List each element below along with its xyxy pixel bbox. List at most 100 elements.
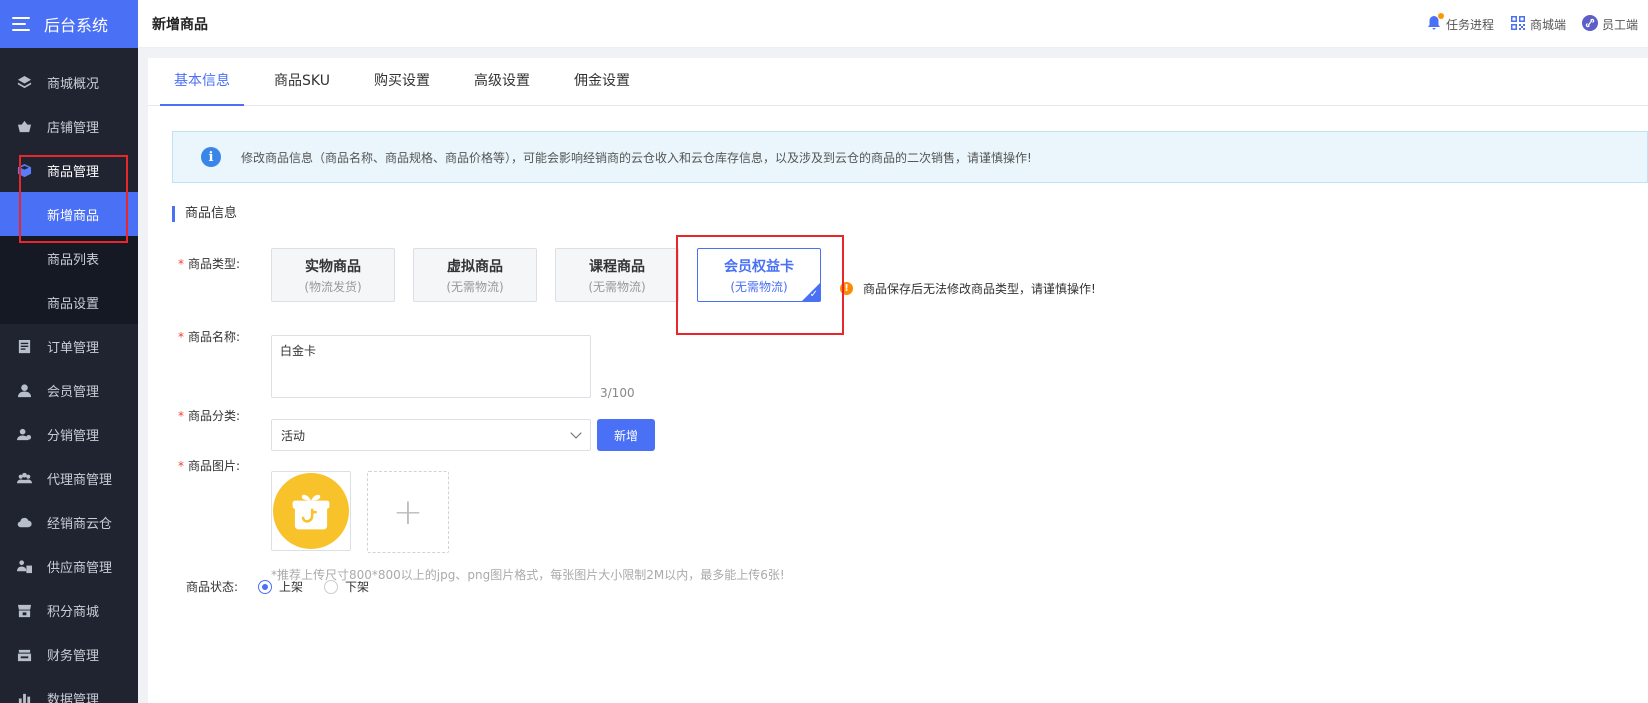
sidebar-item-label: 商品管理: [47, 164, 100, 180]
info-notice: i 修改商品信息（商品名称、商品规格、商品价格等），可能会影响经销商的云仓收入和…: [172, 131, 1648, 183]
mall-end-link[interactable]: 商城端: [1510, 15, 1566, 34]
tab-advanced-settings[interactable]: 高级设置: [460, 58, 544, 105]
tab-commission-settings[interactable]: 佣金设置: [560, 58, 644, 105]
gift-icon: [273, 473, 349, 549]
main-panel: 基本信息 商品SKU 购买设置 高级设置 佣金设置 i 修改商品信息（商品名称、…: [148, 58, 1648, 703]
share-users-icon: [16, 426, 32, 442]
radio-dot: [324, 579, 338, 594]
type-card-physical[interactable]: 实物商品 (物流发货): [271, 248, 395, 302]
document-icon: [16, 338, 32, 354]
sidebar-item-label: 财务管理: [47, 648, 100, 664]
mall-end-label: 商城端: [1529, 17, 1566, 32]
sidebar-item-distribution[interactable]: 分销管理: [0, 412, 138, 456]
sidebar-item-label: 代理商管理: [47, 472, 113, 488]
status-radio-off-shelf[interactable]: 下架: [324, 578, 369, 595]
sidebar-item-label: 会员管理: [47, 384, 100, 400]
type-warning: ! 商品保存后无法修改商品类型，请谨慎操作!: [840, 280, 1096, 297]
type-card-subtitle: (无需物流): [446, 279, 504, 294]
tab-product-sku[interactable]: 商品SKU: [260, 58, 344, 105]
sidebar-subitem-product-settings[interactable]: 商品设置: [0, 280, 138, 324]
info-icon: i: [201, 147, 221, 167]
bar-chart-icon: [16, 690, 32, 703]
type-card-title: 课程商品: [589, 258, 645, 275]
cube-icon: [16, 162, 32, 178]
sidebar-item-label: 商城概况: [47, 76, 100, 92]
sidebar-item-label: 积分商城: [47, 604, 100, 620]
type-card-subtitle: (无需物流): [730, 279, 788, 294]
status-radio-on-shelf[interactable]: 上架: [258, 578, 303, 595]
group-icon: [16, 470, 32, 486]
link-icon: [1581, 14, 1598, 34]
section-title: 商品信息: [172, 206, 237, 222]
sidebar-item-agents[interactable]: 代理商管理: [0, 456, 138, 500]
sidebar-item-suppliers[interactable]: 供应商管理: [0, 544, 138, 588]
user-icon: [16, 382, 32, 398]
chevron-down-icon: [570, 427, 582, 439]
plus-icon: +: [392, 491, 424, 533]
sidebar-subitem-product-list[interactable]: 商品列表: [0, 236, 138, 280]
sidebar-item-overview[interactable]: 商城概况: [0, 60, 138, 104]
category-label: * 商品分类:: [178, 409, 241, 423]
app-name: 后台系统: [44, 16, 109, 35]
radio-label: 下架: [345, 580, 370, 594]
type-card-virtual[interactable]: 虚拟商品 (无需物流): [413, 248, 537, 302]
type-card-subtitle: (无需物流): [588, 279, 646, 294]
top-header: 新增商品 任务进程 商城端 员工端: [138, 0, 1648, 48]
check-icon: ✓: [809, 289, 818, 300]
cloud-icon: [16, 514, 32, 530]
category-select[interactable]: 活动: [271, 419, 591, 451]
sidebar-item-label: 经销商云仓: [47, 516, 113, 532]
radio-label: 上架: [279, 580, 304, 594]
sidebar: 后台系统 商城概况 店铺管理 商品管理 新增商品 商品列表 商品设置 订单管理 …: [0, 0, 138, 703]
sidebar-item-orders[interactable]: 订单管理: [0, 324, 138, 368]
image-upload-button[interactable]: +: [367, 471, 449, 553]
task-progress-label: 任务进程: [1445, 17, 1494, 32]
sidebar-item-members[interactable]: 会员管理: [0, 368, 138, 412]
products-submenu: 新增商品 商品列表 商品设置: [0, 192, 138, 324]
menu-toggle-icon[interactable]: [12, 17, 30, 31]
type-card-title: 实物商品: [305, 258, 361, 275]
basket-icon: [16, 118, 32, 134]
sidebar-item-label: 订单管理: [47, 340, 100, 356]
page-title: 新增商品: [152, 16, 208, 33]
tab-bar: 基本信息 商品SKU 购买设置 高级设置 佣金设置: [148, 58, 1648, 106]
add-category-button[interactable]: 新增: [597, 419, 655, 451]
tab-basic-info[interactable]: 基本信息: [160, 58, 244, 106]
task-progress-link[interactable]: 任务进程: [1426, 12, 1494, 34]
type-card-title: 会员权益卡: [724, 258, 794, 275]
notice-text: 修改商品信息（商品名称、商品规格、商品价格等），可能会影响经销商的云仓收入和云仓…: [241, 150, 1032, 165]
staff-end-label: 员工端: [1601, 17, 1638, 32]
supplier-icon: [16, 558, 32, 574]
wallet-icon: [16, 646, 32, 662]
warning-icon: !: [840, 282, 853, 295]
type-card-membership[interactable]: 会员权益卡 (无需物流) ✓: [697, 248, 821, 302]
sidebar-item-finance[interactable]: 财务管理: [0, 632, 138, 676]
sidebar-item-cloud-warehouse[interactable]: 经销商云仓: [0, 500, 138, 544]
status-label: 商品状态:: [186, 580, 239, 594]
sidebar-subitem-add-product[interactable]: 新增商品: [0, 192, 138, 236]
brand-bar: 后台系统: [0, 0, 138, 48]
name-char-count: 3/100: [600, 386, 635, 400]
product-image-thumbnail[interactable]: [271, 471, 351, 551]
store-icon: [16, 602, 32, 618]
radio-dot: [258, 579, 272, 594]
image-label: * 商品图片:: [178, 459, 241, 473]
staff-end-link[interactable]: 员工端: [1581, 14, 1638, 34]
sidebar-item-products[interactable]: 商品管理: [0, 148, 138, 192]
product-name-input[interactable]: [271, 335, 591, 398]
sidebar-item-label: 分销管理: [47, 428, 100, 444]
qrcode-icon: [1510, 15, 1526, 34]
type-card-title: 虚拟商品: [447, 258, 503, 275]
type-card-course[interactable]: 课程商品 (无需物流): [555, 248, 679, 302]
layers-icon: [16, 74, 32, 90]
sidebar-item-points-mall[interactable]: 积分商城: [0, 588, 138, 632]
category-selected-value: 活动: [281, 428, 306, 443]
type-label: * 商品类型:: [178, 257, 241, 271]
type-warning-text: 商品保存后无法修改商品类型，请谨慎操作!: [863, 282, 1096, 296]
tab-purchase-settings[interactable]: 购买设置: [360, 58, 444, 105]
header-links: 任务进程 商城端 员工端: [1426, 0, 1638, 48]
sidebar-item-shop[interactable]: 店铺管理: [0, 104, 138, 148]
name-label: * 商品名称:: [178, 330, 241, 344]
sidebar-item-data[interactable]: 数据管理: [0, 676, 138, 703]
bell-icon: [1426, 12, 1444, 34]
